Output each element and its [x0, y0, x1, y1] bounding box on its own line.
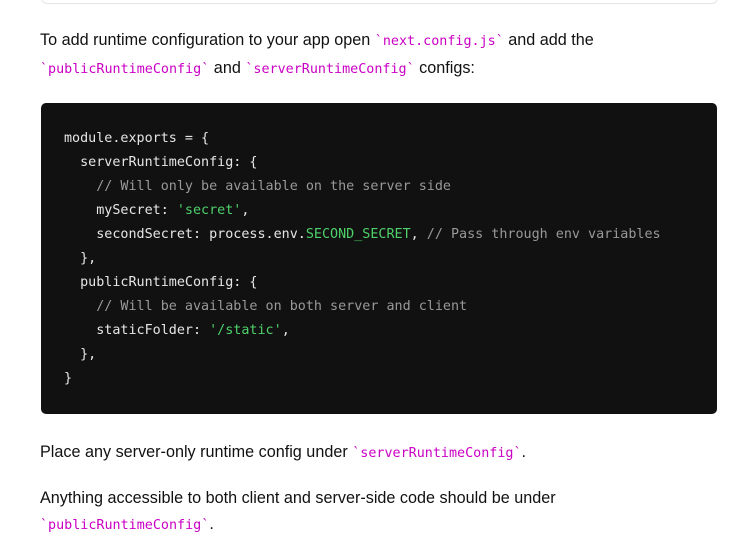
server-only-text: Place any server-only runtime config und… — [40, 443, 353, 461]
period: . — [521, 443, 527, 461]
server-only-paragraph: Place any server-only runtime config und… — [40, 439, 720, 467]
and-text: and — [209, 59, 246, 77]
public-text: Anything accessible to both client and s… — [40, 489, 556, 507]
public-runtime-config-code: `publicRuntimeConfig` — [40, 62, 210, 77]
code-punct: , — [241, 203, 250, 218]
public-runtime-config-code: `publicRuntimeConfig` — [40, 518, 210, 533]
code-line: } — [64, 371, 73, 386]
code-comment: // Pass through env variables — [426, 227, 661, 242]
code-line: }, — [64, 347, 97, 362]
code-line: }, — [64, 251, 97, 266]
code-string: '/static' — [209, 323, 282, 338]
code-content[interactable]: module.exports = { serverRuntimeConfig: … — [64, 127, 661, 391]
code-key: secondSecret: process.env. — [64, 227, 306, 242]
code-string: 'secret' — [176, 203, 242, 218]
code-comment: // Will be available on both server and … — [96, 299, 468, 314]
public-paragraph: Anything accessible to both client and s… — [40, 485, 720, 539]
code-line: secondSecret: process.env.SECOND_SECRET,… — [64, 223, 661, 247]
configs-text: configs: — [414, 59, 475, 77]
next-config-file-code: `next.config.js` — [374, 34, 504, 49]
code-env-var: SECOND_SECRET — [305, 227, 411, 242]
intro-text: To add runtime configuration to your app… — [40, 31, 375, 49]
code-line: module.exports = { — [64, 131, 210, 146]
period: . — [209, 515, 214, 533]
code-key: mySecret: — [64, 203, 177, 218]
server-runtime-config-code: `serverRuntimeConfig` — [245, 62, 415, 77]
code-line: // Will only be available on the server … — [64, 175, 661, 199]
code-comment: // Will only be available on the server … — [96, 179, 451, 194]
code-line: serverRuntimeConfig: { — [64, 155, 258, 170]
intro-paragraph: To add runtime configuration to your app… — [40, 27, 720, 83]
code-key: staticFolder: — [64, 323, 210, 338]
code-line: mySecret: 'secret', — [64, 199, 661, 223]
server-runtime-config-code: `serverRuntimeConfig` — [352, 446, 522, 461]
previous-section-box — [41, 0, 718, 4]
intro-text-continued: and add the — [503, 31, 594, 49]
code-punct: , — [410, 227, 427, 242]
code-line: // Will be available on both server and … — [64, 295, 661, 319]
code-line: publicRuntimeConfig: { — [64, 275, 258, 290]
code-punct: , — [281, 323, 290, 338]
code-block[interactable]: module.exports = { serverRuntimeConfig: … — [41, 103, 717, 414]
code-line: staticFolder: '/static', — [64, 319, 661, 343]
